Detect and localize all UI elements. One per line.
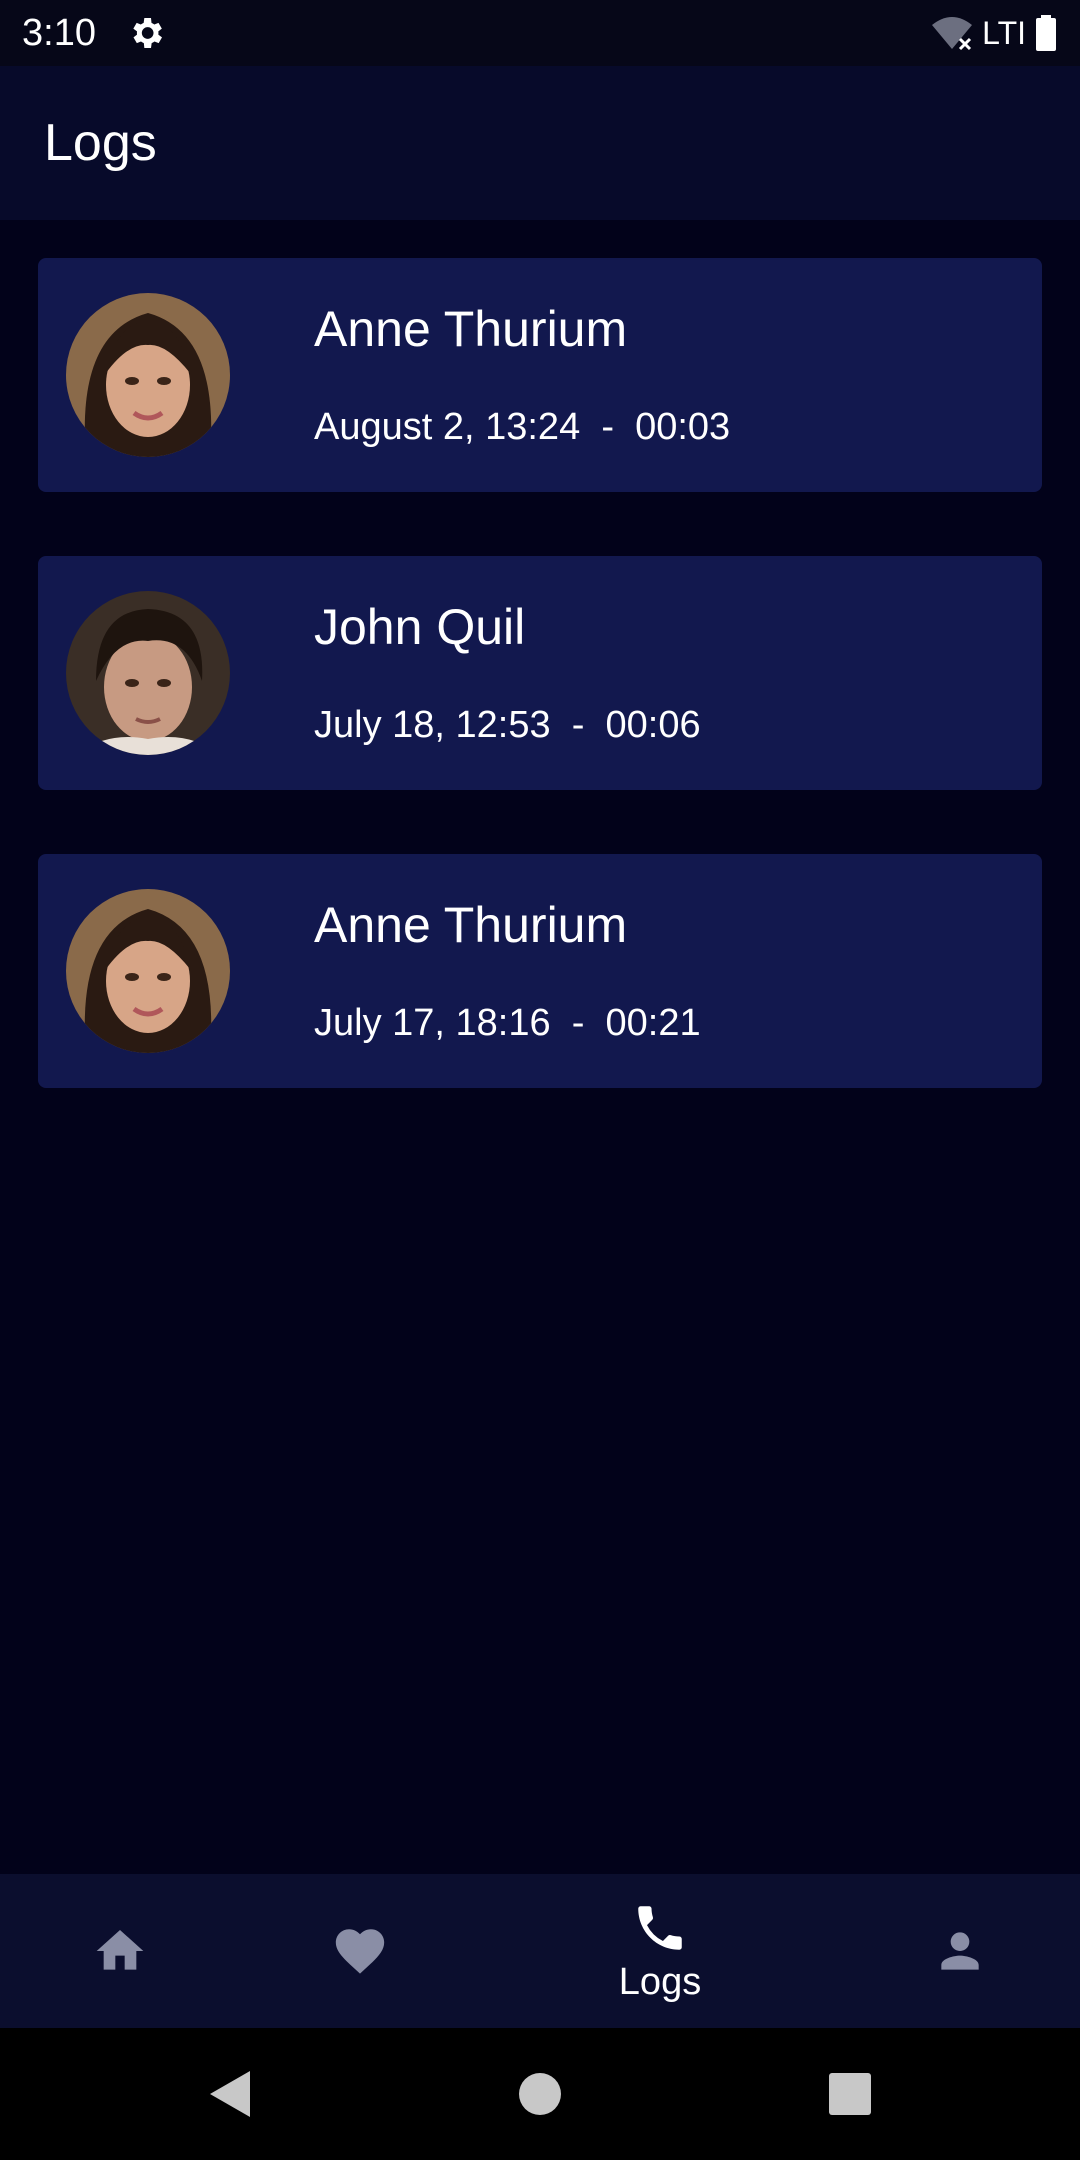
nav-profile[interactable] [900,1874,1020,2028]
caller-name: Anne Thurium [314,301,628,357]
back-triangle-icon [210,2071,250,2117]
log-item[interactable]: Anne Thurium August 2, 13:24 - 00:03 [38,258,1042,492]
system-navigation-bar [0,2028,1080,2160]
settings-gear-icon [133,18,162,48]
back-button[interactable] [190,2028,270,2160]
avatar [66,293,230,457]
status-icons: LTI [930,15,1058,52]
female-avatar-icon [66,293,230,457]
app-bar: Logs [0,66,1080,220]
status-time: 3:10 [22,11,96,54]
male-avatar-icon [66,591,230,755]
page-title: Logs [44,114,157,172]
nav-logs-label: Logs [618,1960,702,2003]
call-date-duration: July 17, 18:16 - 00:21 [314,1002,701,1044]
home-button[interactable] [500,2028,580,2160]
person-icon [941,1932,979,1970]
caller-name: John Quil [314,599,526,655]
call-date-duration: July 18, 12:53 - 00:06 [314,704,701,746]
recents-button[interactable] [810,2028,890,2160]
network-label: LTI [982,14,1026,51]
bottom-navigation: Logs [0,1874,1080,2028]
log-item[interactable]: Anne Thurium July 17, 18:16 - 00:21 [38,854,1042,1088]
home-icon [96,1930,144,1970]
call-date-duration: August 2, 13:24 - 00:03 [314,406,731,448]
female-avatar-icon [66,889,230,1053]
heart-icon [335,1929,385,1974]
log-item[interactable]: John Quil July 18, 12:53 - 00:06 [38,556,1042,790]
caller-name: Anne Thurium [314,897,628,953]
battery-icon [1036,15,1056,51]
status-bar: 3:10 LTI [0,0,1080,66]
phone-icon [638,1905,682,1950]
nav-favorites[interactable] [300,1874,420,2028]
home-circle-icon [519,2073,561,2115]
avatar [66,591,230,755]
nav-logs[interactable]: Logs [580,1874,740,2028]
wifi-off-icon [932,17,973,51]
recents-square-icon [829,2073,871,2115]
log-list: Anne Thurium August 2, 13:24 - 00:03 Joh… [38,258,1042,1152]
nav-home[interactable] [60,1874,180,2028]
avatar [66,889,230,1053]
